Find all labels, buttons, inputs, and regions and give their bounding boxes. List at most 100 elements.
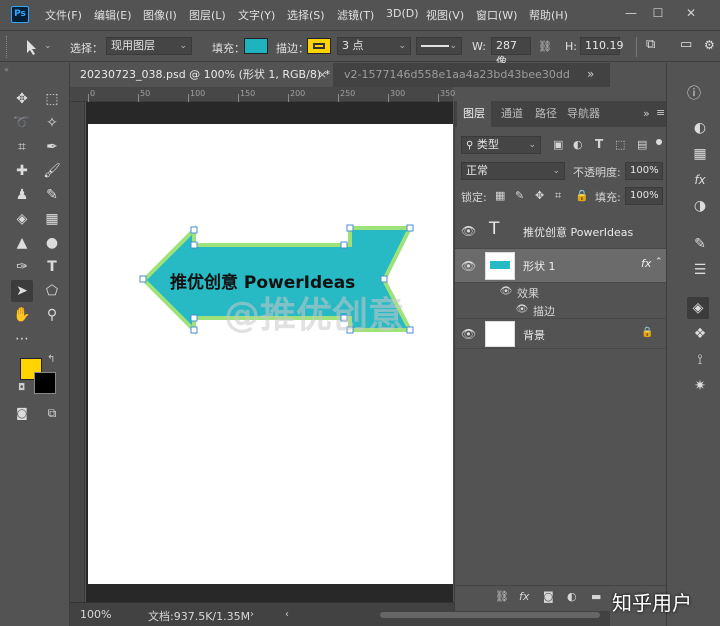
filter-shape-icon[interactable]: ⬚ bbox=[615, 138, 625, 151]
scroll-left-icon[interactable]: ‹ bbox=[285, 609, 289, 620]
layer-row-background[interactable]: 👁 背景 🔒 bbox=[455, 319, 667, 349]
stroke-width-dropdown[interactable]: 3 点 ⌄ bbox=[337, 37, 411, 55]
gradient-icon[interactable]: ▦ bbox=[41, 208, 63, 230]
lock-artboard-icon[interactable]: ⌗ bbox=[555, 189, 561, 203]
status-arrow-icon[interactable]: › bbox=[250, 609, 254, 620]
clone-stamp-icon[interactable]: ♟ bbox=[11, 184, 33, 206]
channels-icon[interactable]: ❖ bbox=[689, 323, 711, 345]
link-layers-icon[interactable]: ⛓ bbox=[495, 590, 509, 603]
fill-input[interactable]: 100% bbox=[625, 187, 663, 205]
link-icon[interactable]: ⛓ bbox=[538, 40, 552, 53]
crop-icon[interactable]: ⌗ bbox=[11, 136, 33, 158]
stroke-color-swatch[interactable] bbox=[307, 38, 331, 54]
menu-layer[interactable]: 图层(L) bbox=[189, 7, 226, 23]
fx-badge[interactable]: fx bbox=[641, 257, 651, 270]
brushes-icon[interactable]: ✎ bbox=[689, 233, 711, 255]
collapse-icon[interactable]: « bbox=[4, 65, 9, 74]
eraser-icon[interactable]: ◈ bbox=[11, 208, 33, 230]
tabs-overflow-icon[interactable]: » bbox=[587, 67, 594, 81]
menu-window[interactable]: 窗口(W) bbox=[476, 7, 517, 23]
filter-pixel-icon[interactable]: ▣ bbox=[553, 138, 563, 151]
swatches-icon[interactable]: ▦ bbox=[689, 143, 711, 165]
dodge-icon[interactable]: ● bbox=[41, 232, 63, 254]
eye-icon[interactable]: 👁 bbox=[515, 303, 529, 317]
menu-select[interactable]: 选择(S) bbox=[287, 7, 325, 23]
quick-mask-icon[interactable]: ◙ bbox=[11, 402, 33, 424]
new-group-icon[interactable]: ▬ bbox=[591, 590, 601, 603]
zoom-icon[interactable]: ⚲ bbox=[41, 304, 63, 326]
hand-icon[interactable]: ✋ bbox=[11, 304, 33, 326]
tab-second-document[interactable]: v2-1577146d558e1aa4a23bd43bee30ddc7_b bbox=[334, 63, 570, 87]
lock-image-icon[interactable]: ✎ bbox=[515, 189, 524, 202]
lock-all-icon[interactable]: 🔒 bbox=[575, 189, 589, 202]
stroke-type-dropdown[interactable]: ⌄ bbox=[416, 37, 462, 55]
filter-adjustment-icon[interactable]: ◐ bbox=[573, 138, 583, 151]
menu-help[interactable]: 帮助(H) bbox=[529, 7, 568, 23]
layer-effect-stroke-row[interactable]: 👁 描边 bbox=[455, 301, 667, 319]
info-icon[interactable]: ⓘ bbox=[683, 83, 705, 105]
pen-icon[interactable]: ✑ bbox=[11, 256, 33, 278]
zoom-level[interactable]: 100% bbox=[80, 608, 111, 621]
chevron-down-icon[interactable]: ⌄ bbox=[44, 41, 52, 51]
tab-active-document[interactable]: 20230723_038.psd @ 100% (形状 1, RGB/8) * … bbox=[70, 63, 333, 87]
menu-3d[interactable]: 3D(D) bbox=[386, 7, 419, 20]
history-brush-icon[interactable]: ✎ bbox=[41, 184, 63, 206]
lasso-icon[interactable]: ➰ bbox=[11, 112, 33, 134]
select-mode-dropdown[interactable]: 现用图层 ⌄ bbox=[106, 37, 192, 55]
brush-icon[interactable]: 🖌 bbox=[41, 160, 63, 182]
document-canvas[interactable]: 推优创意 PowerIdeas @推优创意 bbox=[88, 124, 453, 584]
move-tool-icon[interactable] bbox=[20, 36, 42, 58]
menu-file[interactable]: 文件(F) bbox=[45, 7, 82, 23]
more-tools-icon[interactable]: ⋯ bbox=[11, 328, 33, 350]
eye-icon[interactable]: 👁 bbox=[461, 259, 476, 273]
paths-icon[interactable]: ⟟ bbox=[689, 349, 711, 371]
add-style-icon[interactable]: fx bbox=[519, 590, 529, 603]
eyedropper-icon[interactable]: ✒ bbox=[41, 136, 63, 158]
eye-icon[interactable]: 👁 bbox=[461, 224, 476, 238]
type-icon[interactable]: T bbox=[41, 256, 63, 278]
filter-type-icon[interactable]: T bbox=[595, 137, 603, 151]
adjustment-layer-icon[interactable]: ◐ bbox=[567, 590, 577, 603]
add-mask-icon[interactable]: ◙ bbox=[543, 590, 554, 603]
path-align-icon[interactable]: ▭ bbox=[680, 37, 692, 52]
path-selection-icon[interactable]: ➤ bbox=[11, 280, 33, 302]
layer-row-shape[interactable]: 👁 形状 1 fx ⌃ bbox=[455, 249, 667, 283]
layer-row-text[interactable]: 👁 T 推优创意 PowerIdeas bbox=[455, 213, 667, 249]
menu-image[interactable]: 图像(I) bbox=[143, 7, 177, 23]
screen-mode-icon[interactable]: ⧉ bbox=[41, 402, 63, 424]
marquee-icon[interactable]: ⬚ bbox=[41, 88, 63, 110]
settings-icon[interactable]: ⚙ bbox=[704, 38, 715, 52]
close-window-button[interactable]: ✕ bbox=[680, 4, 702, 22]
eye-icon[interactable]: 👁 bbox=[499, 285, 513, 299]
shape-icon[interactable]: ⬠ bbox=[41, 280, 63, 302]
filter-toggle-icon[interactable] bbox=[656, 139, 662, 145]
menu-filter[interactable]: 滤镜(T) bbox=[337, 7, 374, 23]
height-input[interactable]: 110.19 bbox=[580, 37, 624, 55]
filter-smart-object-icon[interactable]: ▤ bbox=[637, 138, 647, 151]
arrow-shape-layer[interactable] bbox=[88, 124, 453, 584]
default-colors-icon[interactable]: ◘ bbox=[18, 383, 25, 393]
lock-position-icon[interactable]: ✥ bbox=[535, 189, 544, 202]
panel-menu-icon[interactable]: ≡ bbox=[656, 106, 665, 119]
adjustments-icon[interactable]: ◑ bbox=[689, 195, 711, 217]
move-icon[interactable]: ✥ bbox=[11, 88, 33, 110]
opacity-input[interactable]: 100% bbox=[625, 162, 663, 180]
blur-icon[interactable]: ▲ bbox=[11, 232, 33, 254]
fill-color-swatch[interactable] bbox=[244, 38, 268, 54]
width-input[interactable]: 287 像 bbox=[491, 37, 531, 68]
menu-type[interactable]: 文字(Y) bbox=[238, 7, 275, 23]
styles-icon[interactable]: fx bbox=[689, 169, 711, 191]
layers-icon[interactable]: ◈ bbox=[687, 297, 709, 319]
layer-filter-dropdown[interactable]: ⚲ 类型 ⌄ bbox=[461, 136, 541, 154]
navigator-icon[interactable]: ✷ bbox=[689, 375, 711, 397]
tab-layers[interactable]: 图层 bbox=[457, 101, 491, 127]
tab-navigator[interactable]: 导航器 bbox=[561, 101, 606, 127]
menu-edit[interactable]: 编辑(E) bbox=[94, 7, 132, 23]
brush-settings-icon[interactable]: ☰ bbox=[689, 259, 711, 281]
tab-channels[interactable]: 通道 bbox=[495, 101, 529, 127]
layer-effects-row[interactable]: 👁 效果 bbox=[455, 283, 667, 301]
background-color-swatch[interactable] bbox=[34, 372, 56, 394]
tab-paths[interactable]: 路径 bbox=[529, 101, 563, 127]
horizontal-scrollbar[interactable] bbox=[380, 612, 600, 618]
color-icon[interactable]: ◐ bbox=[689, 117, 711, 139]
